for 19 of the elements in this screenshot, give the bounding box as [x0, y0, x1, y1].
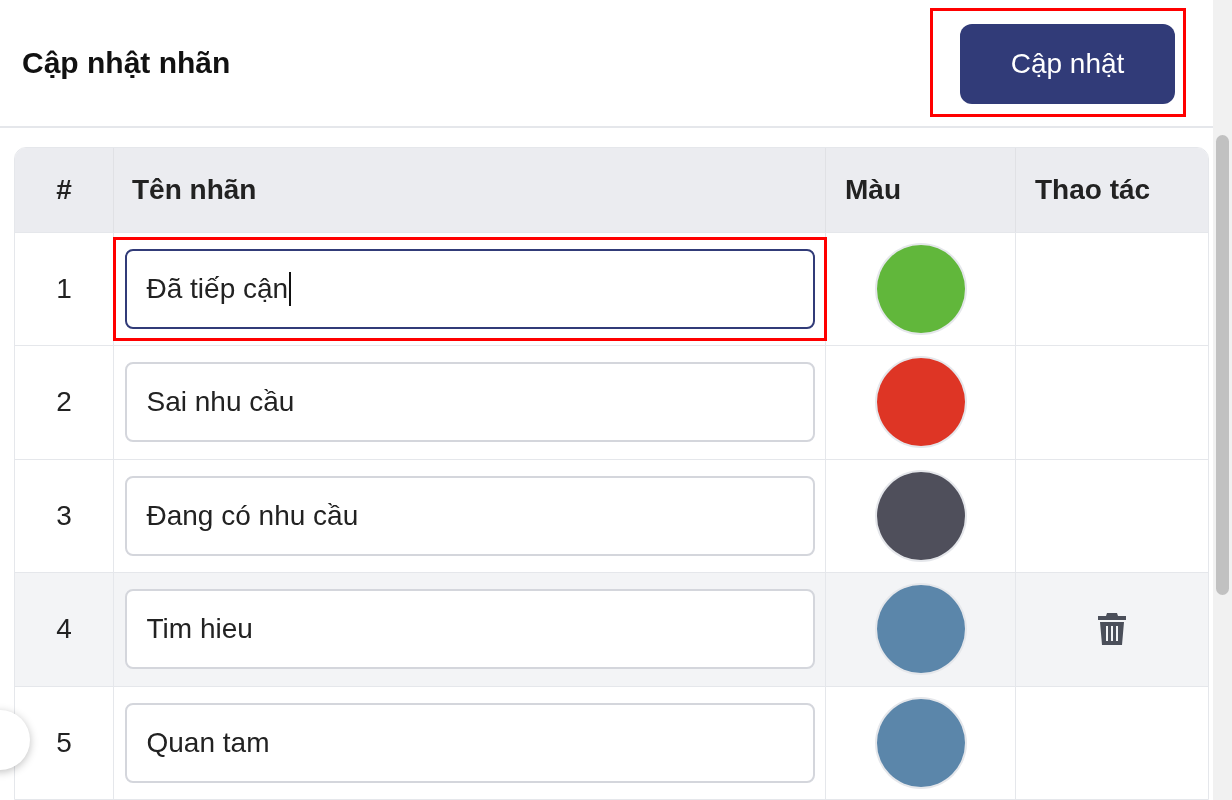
label-name-field[interactable]: Tim hieu — [124, 589, 815, 670]
label-name-field[interactable]: Sai nhu cầu — [124, 362, 815, 443]
column-header: # — [15, 147, 114, 232]
delete-icon[interactable] — [1097, 612, 1127, 647]
label-name-field[interactable]: Đang có nhu cầu — [124, 475, 815, 556]
row-number: 3 — [56, 498, 72, 533]
update-button[interactable]: Cập nhật — [960, 24, 1175, 105]
column-header: Tên nhãn — [114, 147, 826, 232]
row-number: 4 — [56, 612, 72, 647]
column-header: Thao tác — [1034, 172, 1152, 207]
label-name-field[interactable]: Quan tam — [124, 702, 815, 783]
scrollbar[interactable] — [1213, 0, 1232, 800]
page-title: Cập nhật nhãn — [22, 45, 231, 82]
row-number: 1 — [56, 271, 72, 306]
column-header: Màu — [826, 147, 1016, 232]
label-name-field[interactable]: Đã tiếp cận — [124, 248, 815, 329]
row-number: 5 — [56, 725, 72, 760]
text-cursor — [289, 271, 292, 306]
row-number: 2 — [56, 385, 72, 420]
